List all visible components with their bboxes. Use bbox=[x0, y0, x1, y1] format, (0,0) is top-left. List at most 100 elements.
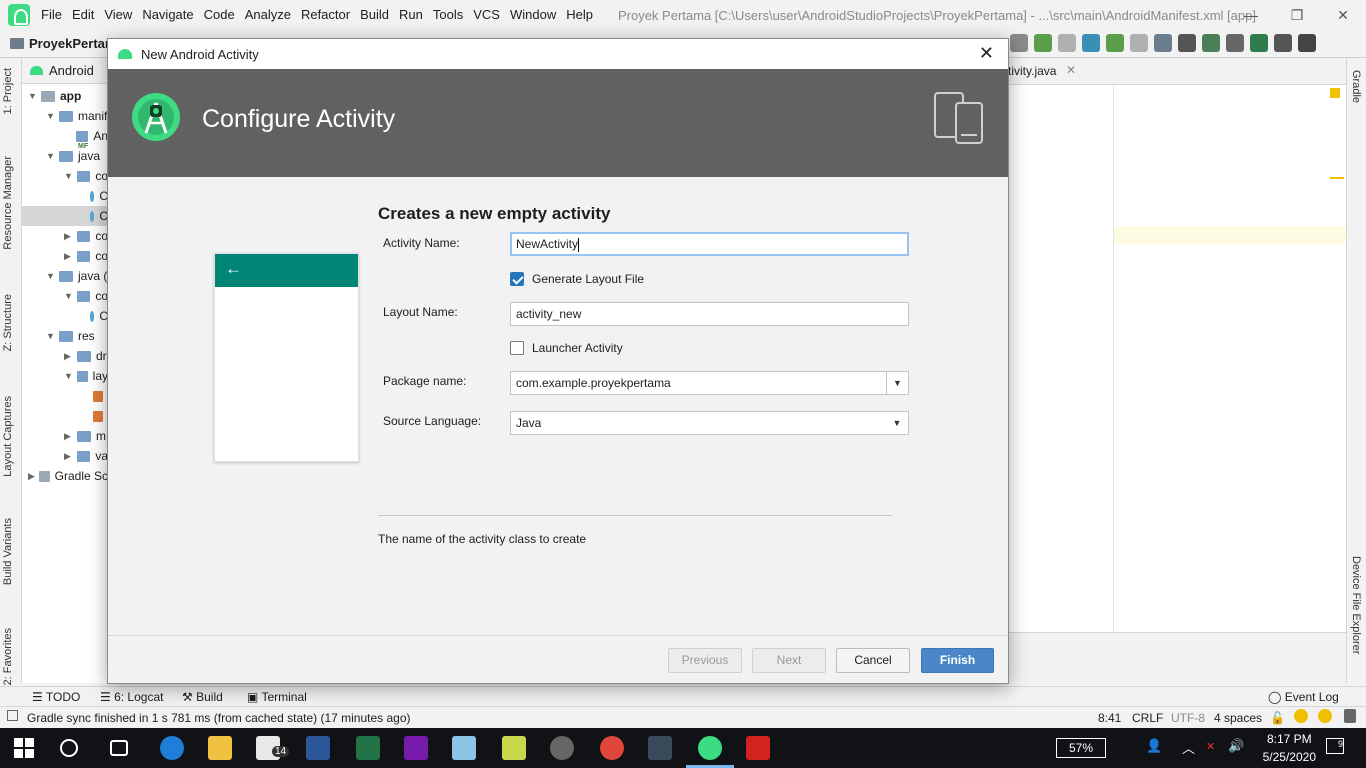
tree-item[interactable]: ▼ java ( bbox=[22, 266, 108, 286]
breadcrumb[interactable]: ProyekPertam bbox=[10, 36, 116, 51]
breadcrumb-project[interactable]: ProyekPertam bbox=[29, 36, 116, 51]
tab-project[interactable]: 1: Project bbox=[2, 68, 14, 114]
menu-vcs[interactable]: VCS bbox=[468, 0, 505, 30]
package-name-combo[interactable]: com.example.proyekpertama ▼ bbox=[510, 371, 909, 395]
sdk-manager-icon[interactable] bbox=[1202, 34, 1220, 52]
tree-item[interactable]: ▶ m bbox=[22, 426, 108, 446]
menu-help[interactable]: Help bbox=[561, 0, 598, 30]
chevron-down-icon[interactable]: ▼ bbox=[886, 372, 908, 394]
menu-code[interactable]: Code bbox=[199, 0, 240, 30]
chevron-down-icon[interactable]: ▼ bbox=[64, 366, 73, 386]
tab-build[interactable]: ⚒ Build bbox=[182, 690, 223, 704]
tree-item[interactable]: ▼ co bbox=[22, 286, 108, 306]
word-icon[interactable] bbox=[306, 736, 330, 760]
attach-debugger-icon[interactable] bbox=[1058, 34, 1076, 52]
onenote-icon[interactable] bbox=[404, 736, 428, 760]
people-icon[interactable]: 👤 bbox=[1146, 738, 1162, 754]
chart-app-icon[interactable] bbox=[502, 736, 526, 760]
search-icon[interactable] bbox=[60, 739, 78, 757]
rti-app-icon[interactable] bbox=[648, 736, 672, 760]
network-icon[interactable]: ✕ bbox=[1206, 740, 1215, 753]
chevron-down-icon[interactable]: ▼ bbox=[46, 106, 55, 126]
next-button[interactable]: Next bbox=[752, 648, 826, 673]
tab-close-icon[interactable]: ✕ bbox=[1066, 63, 1076, 77]
menu-window[interactable]: Window bbox=[505, 0, 561, 30]
editor-content[interactable] bbox=[1008, 85, 1114, 632]
tab-gradle[interactable]: Gradle bbox=[1350, 70, 1362, 103]
chevron-right-icon[interactable]: ▶ bbox=[64, 426, 73, 446]
tree-item[interactable]: ▼ java bbox=[22, 146, 108, 166]
dialog-close-icon[interactable]: ✕ bbox=[979, 44, 994, 62]
indent-setting[interactable]: 4 spaces bbox=[1214, 711, 1262, 725]
chevron-right-icon[interactable]: ▶ bbox=[64, 226, 73, 246]
warning-marker-icon[interactable] bbox=[1330, 88, 1340, 98]
media-player-icon[interactable] bbox=[550, 736, 574, 760]
search-icon[interactable] bbox=[1274, 34, 1292, 52]
source-language-select[interactable]: Java ▼ bbox=[510, 411, 909, 435]
layout-inspector-icon[interactable] bbox=[1250, 34, 1268, 52]
tree-item[interactable]: ▶ va bbox=[22, 446, 108, 466]
layout-name-input[interactable]: activity_new bbox=[510, 302, 909, 326]
chevron-down-icon[interactable]: ▼ bbox=[46, 146, 55, 166]
menu-run[interactable]: Run bbox=[394, 0, 428, 30]
project-view-selector[interactable]: Android bbox=[22, 58, 107, 84]
tree-item[interactable]: An MF bbox=[22, 126, 108, 150]
acrobat-icon[interactable] bbox=[746, 736, 770, 760]
tree-item[interactable]: ▶ Gradle Sc bbox=[22, 466, 108, 486]
volume-icon[interactable]: 🔊 bbox=[1228, 738, 1244, 754]
stop-icon[interactable] bbox=[1130, 34, 1148, 52]
chevron-up-icon[interactable]: ︿ bbox=[1182, 738, 1195, 757]
happy-feedback-icon[interactable] bbox=[1294, 709, 1308, 723]
windows-start-icon[interactable] bbox=[14, 738, 34, 758]
tree-item[interactable]: ▼ manif bbox=[22, 106, 108, 126]
checkbox-unchecked-icon[interactable] bbox=[510, 341, 524, 355]
chevron-down-icon[interactable]: ▼ bbox=[46, 326, 55, 346]
finish-button[interactable]: Finish bbox=[921, 648, 994, 673]
menu-build[interactable]: Build bbox=[355, 0, 394, 30]
activity-name-input[interactable]: NewActivity bbox=[510, 232, 909, 256]
action-center-icon[interactable]: 9 bbox=[1326, 738, 1344, 754]
tree-item[interactable]: ▶ co bbox=[22, 226, 108, 246]
user-icon[interactable] bbox=[1298, 34, 1316, 52]
close-icon[interactable]: ✕ bbox=[1320, 0, 1366, 30]
editor-tab[interactable]: tivity.java bbox=[1008, 64, 1056, 78]
status-toggle-icon[interactable] bbox=[7, 710, 18, 721]
chevron-down-icon[interactable]: ▼ bbox=[64, 166, 73, 186]
tab-resource-manager[interactable]: Resource Manager bbox=[2, 156, 14, 250]
file-explorer-icon[interactable] bbox=[208, 736, 232, 760]
event-log-tab[interactable]: ◯ Event Log bbox=[1268, 690, 1339, 704]
tree-item[interactable]: ▼ co bbox=[22, 166, 108, 186]
gradle-sync-icon[interactable] bbox=[1010, 34, 1028, 52]
menu-refactor[interactable]: Refactor bbox=[296, 0, 355, 30]
edge-icon[interactable] bbox=[160, 736, 184, 760]
tab-layout-captures[interactable]: Layout Captures bbox=[2, 396, 14, 477]
profile-icon[interactable] bbox=[1082, 34, 1100, 52]
chevron-right-icon[interactable]: ▶ bbox=[64, 346, 73, 366]
android-studio-taskbar-icon[interactable] bbox=[698, 736, 722, 760]
tab-logcat[interactable]: ☰ 6: Logcat bbox=[100, 690, 163, 704]
minimize-icon[interactable]: — bbox=[1228, 0, 1274, 30]
avd-manager-icon[interactable] bbox=[1178, 34, 1196, 52]
chevron-down-icon[interactable]: ▼ bbox=[886, 412, 908, 434]
device-icon[interactable] bbox=[1226, 34, 1244, 52]
tab-structure[interactable]: Z: Structure bbox=[2, 294, 14, 351]
chevron-down-icon[interactable]: ▼ bbox=[64, 286, 73, 306]
checkbox-checked-icon[interactable] bbox=[510, 272, 524, 286]
menu-navigate[interactable]: Navigate bbox=[137, 0, 198, 30]
restore-icon[interactable]: ❐ bbox=[1274, 0, 1320, 30]
menu-analyze[interactable]: Analyze bbox=[240, 0, 296, 30]
tab-todo[interactable]: ☰ TODO bbox=[32, 690, 80, 704]
tab-terminal[interactable]: ▣ Terminal bbox=[247, 690, 307, 704]
sad-feedback-icon[interactable] bbox=[1318, 709, 1332, 723]
lock-icon[interactable]: 🔓 bbox=[1270, 711, 1285, 725]
taskbar-clock[interactable]: 8:17 PM 5/25/2020 bbox=[1263, 730, 1316, 766]
tab-favorites[interactable]: 2: Favorites bbox=[2, 628, 14, 685]
task-view-icon[interactable] bbox=[110, 740, 128, 756]
project-structure-icon[interactable] bbox=[1154, 34, 1172, 52]
battery-indicator[interactable]: 57% bbox=[1056, 738, 1106, 758]
status-message[interactable]: Gradle sync finished in 1 s 781 ms (from… bbox=[27, 711, 411, 725]
cancel-button[interactable]: Cancel bbox=[836, 648, 910, 673]
tree-item[interactable]: ▼ res bbox=[22, 326, 108, 346]
tab-build-variants[interactable]: Build Variants bbox=[2, 518, 14, 585]
app-icon[interactable] bbox=[452, 736, 476, 760]
